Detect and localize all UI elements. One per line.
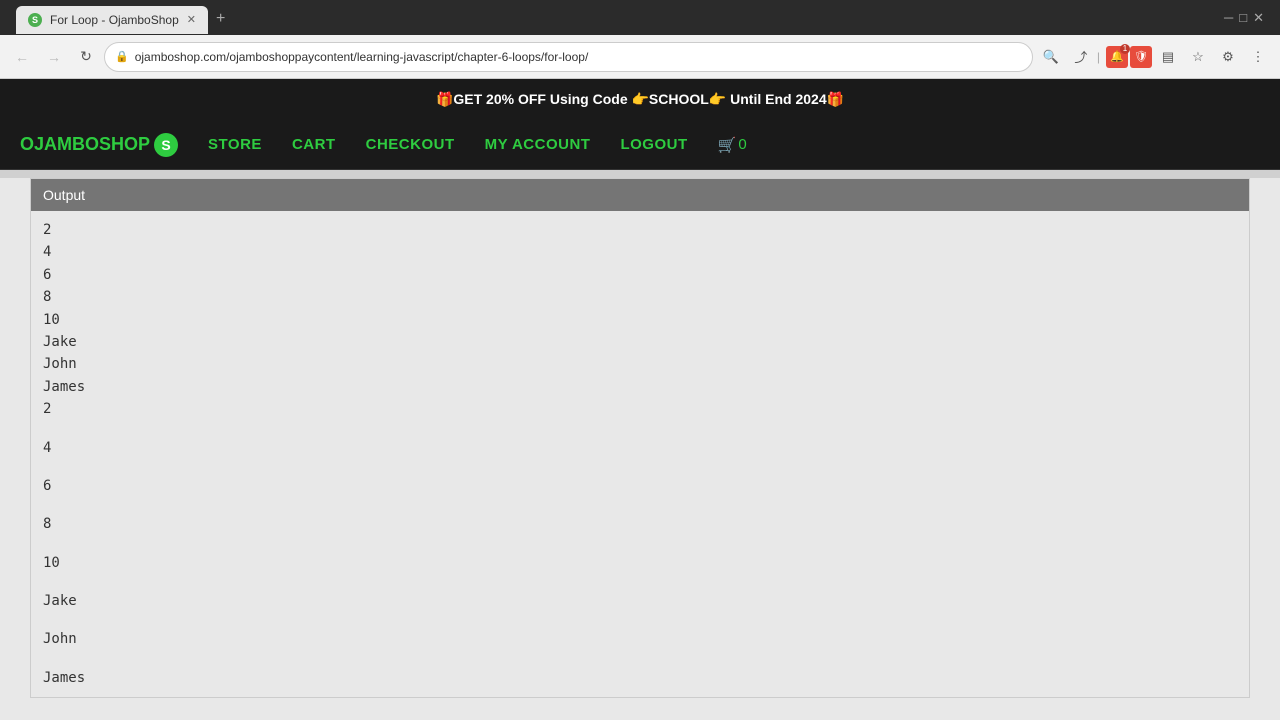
close-window-button[interactable]: ✕	[1253, 10, 1264, 26]
title-bar: S For Loop - OjamboShop ✕ + ─ □ ✕	[0, 0, 1280, 35]
cart-count: 0	[738, 136, 746, 153]
tab-title: For Loop - OjamboShop	[50, 13, 179, 27]
minimize-button[interactable]: ─	[1224, 10, 1233, 26]
nav-brand[interactable]: OJAMBOSHOP S	[20, 133, 178, 157]
tab-bar: S For Loop - OjamboShop ✕ +	[8, 2, 241, 34]
new-tab-button[interactable]: +	[208, 4, 233, 34]
toolbar-actions: 🔍 ⤴ | 🔔 1 🛡 ▤ ☆ ⚙ ⋮	[1037, 43, 1272, 71]
brand-name[interactable]: OJAMBOSHOP	[20, 134, 150, 155]
forward-button[interactable]: →	[40, 43, 68, 71]
output-body: 2 4 6 8 10 Jake John James 2 4 6 8 10 Ja…	[31, 211, 1249, 697]
restore-button[interactable]: □	[1239, 10, 1247, 26]
lock-icon: 🔒	[115, 50, 129, 63]
output-line-spaced: 6	[43, 475, 1237, 497]
output-container: Output 2 4 6 8 10 Jake John James 2 4 6 …	[30, 178, 1250, 698]
url-text: ojamboshop.com/ojamboshoppaycontent/lear…	[135, 50, 1022, 64]
bookmark-button[interactable]: ☆	[1184, 43, 1212, 71]
main-navigation: OJAMBOSHOP S STORE CART CHECKOUT MY ACCO…	[0, 120, 1280, 170]
address-bar[interactable]: 🔒 ojamboshop.com/ojamboshoppaycontent/le…	[104, 42, 1033, 72]
refresh-button[interactable]: ↻	[72, 43, 100, 71]
output-line: John	[43, 353, 1237, 375]
promo-text: 🎁GET 20% OFF Using Code 👉SCHOOL👉 Until E…	[436, 91, 844, 107]
extension-icons: 🔔 1 🛡	[1106, 46, 1152, 68]
output-line-spaced: James	[43, 667, 1237, 689]
promo-banner: 🎁GET 20% OFF Using Code 👉SCHOOL👉 Until E…	[0, 79, 1280, 120]
output-line-spaced: 10	[43, 552, 1237, 574]
brand-icon: S	[154, 133, 178, 157]
output-line: Jake	[43, 331, 1237, 353]
output-line: 2	[43, 398, 1237, 420]
page-content: 🎁GET 20% OFF Using Code 👉SCHOOL👉 Until E…	[0, 79, 1280, 698]
active-tab[interactable]: S For Loop - OjamboShop ✕	[16, 6, 208, 34]
output-header: Output	[31, 179, 1249, 211]
output-line: James	[43, 376, 1237, 398]
output-line: 4	[43, 241, 1237, 263]
bell-extension-icon[interactable]: 🔔 1	[1106, 46, 1128, 68]
cart-link[interactable]: CART	[292, 136, 336, 153]
output-line: 10	[43, 309, 1237, 331]
logout-link[interactable]: LOGOUT	[620, 136, 687, 153]
output-line: 2	[43, 219, 1237, 241]
rss-divider: |	[1097, 50, 1100, 64]
bell-badge: 1	[1120, 44, 1130, 54]
cart-icon-wrapper[interactable]: 🛒 0	[718, 136, 747, 154]
cart-icon: 🛒	[718, 136, 737, 154]
back-button[interactable]: ←	[8, 43, 36, 71]
share-button[interactable]: ⤴	[1067, 43, 1095, 71]
output-line: 8	[43, 286, 1237, 308]
menu-button[interactable]: ⋮	[1244, 43, 1272, 71]
sidebar-button[interactable]: ▤	[1154, 43, 1182, 71]
output-line: 6	[43, 264, 1237, 286]
shield-extension-icon[interactable]: 🛡	[1130, 46, 1152, 68]
tab-close-button[interactable]: ✕	[187, 13, 196, 26]
store-link[interactable]: STORE	[208, 136, 262, 153]
output-line-spaced: John	[43, 628, 1237, 650]
tab-favicon: S	[28, 13, 42, 27]
browser-toolbar: ← → ↻ 🔒 ojamboshop.com/ojamboshoppaycont…	[0, 35, 1280, 79]
extensions-button[interactable]: ⚙	[1214, 43, 1242, 71]
output-line-spaced: 8	[43, 513, 1237, 535]
output-line-spaced: Jake	[43, 590, 1237, 612]
browser-chrome: S For Loop - OjamboShop ✕ + ─ □ ✕ ← → ↻ …	[0, 0, 1280, 79]
my-account-link[interactable]: MY ACCOUNT	[485, 136, 591, 153]
page-divider	[0, 170, 1280, 178]
search-button[interactable]: 🔍	[1037, 43, 1065, 71]
checkout-link[interactable]: CHECKOUT	[366, 136, 455, 153]
output-line-spaced: 4	[43, 437, 1237, 459]
